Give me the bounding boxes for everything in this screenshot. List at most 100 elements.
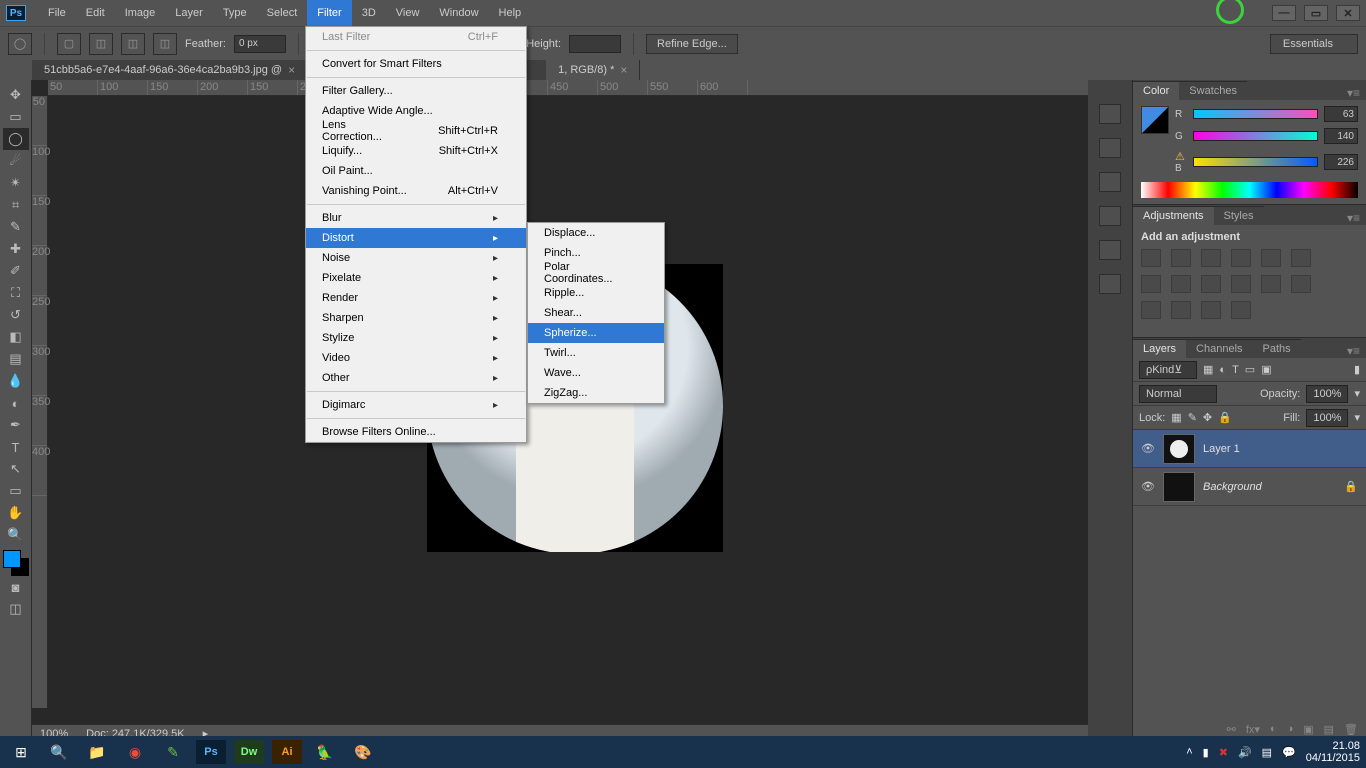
start-button[interactable]: ⊞ [6, 740, 36, 764]
window-minimize-button[interactable]: — [1272, 5, 1296, 21]
selection-subtract-icon[interactable]: ◫ [121, 33, 145, 55]
system-clock[interactable]: 21.08 04/11/2015 [1306, 740, 1360, 764]
menu-view[interactable]: View [386, 0, 430, 26]
volume-icon[interactable]: 🔊 [1238, 746, 1252, 759]
input-icon[interactable]: ▤ [1262, 746, 1272, 759]
menu-item[interactable]: Twirl... [528, 343, 664, 363]
corel-icon[interactable]: ✎ [158, 740, 188, 764]
document-tab[interactable]: 1, RGB/8) *× [546, 60, 640, 80]
menu-item[interactable]: Distort [306, 228, 526, 248]
clone-stamp-tool[interactable]: ⛶ [3, 282, 29, 304]
adjustment-icon[interactable] [1261, 249, 1281, 267]
canvas-area[interactable]: 5010015020015020025030035040045050055060… [32, 80, 1088, 742]
adjustment-icon[interactable] [1291, 249, 1311, 267]
close-icon[interactable]: × [288, 63, 295, 77]
menu-item[interactable]: Oil Paint... [306, 161, 526, 181]
adjustment-icon[interactable] [1141, 249, 1161, 267]
eraser-tool[interactable]: ◧ [3, 326, 29, 348]
color-ramp[interactable] [1141, 182, 1358, 198]
layer-mask-icon[interactable]: ◐ [1270, 723, 1277, 735]
illustrator-icon[interactable]: Ai [272, 740, 302, 764]
menu-3d[interactable]: 3D [352, 0, 386, 26]
menu-select[interactable]: Select [257, 0, 308, 26]
lock-position-icon[interactable]: ✥ [1203, 411, 1212, 424]
dodge-tool[interactable]: ◐ [3, 392, 29, 414]
chrome-icon[interactable]: ◉ [120, 740, 150, 764]
adjustment-icon[interactable] [1291, 275, 1311, 293]
refine-edge-button[interactable]: Refine Edge... [646, 34, 738, 54]
green-slider[interactable] [1193, 131, 1318, 141]
menu-window[interactable]: Window [429, 0, 488, 26]
adjustment-icon[interactable] [1141, 301, 1161, 319]
fill-input[interactable]: 100% [1306, 409, 1348, 427]
green-input[interactable] [1324, 128, 1358, 144]
menu-item[interactable]: Digimarc [306, 395, 526, 415]
layer-thumbnail[interactable] [1163, 434, 1195, 464]
adjustment-icon[interactable] [1231, 249, 1251, 267]
3d-panel-icon[interactable] [1099, 274, 1121, 294]
menu-layer[interactable]: Layer [165, 0, 213, 26]
visibility-icon[interactable]: 👁 [1141, 480, 1155, 494]
blue-slider[interactable] [1193, 157, 1318, 167]
menu-item[interactable]: Other [306, 368, 526, 388]
visibility-icon[interactable]: 👁 [1141, 442, 1155, 456]
color-swatch[interactable] [3, 550, 29, 576]
rectangle-tool[interactable]: ▭ [3, 480, 29, 502]
filter-smart-icon[interactable]: ▣ [1261, 363, 1271, 376]
history-panel-icon[interactable] [1099, 104, 1121, 124]
layer-filter-select[interactable]: ρ Kind ⊻ [1139, 361, 1197, 379]
panel-menu-icon[interactable]: ▾≡ [1341, 86, 1366, 100]
window-close-button[interactable]: ✕ [1336, 5, 1360, 21]
layer-fx-icon[interactable]: fx▾ [1246, 723, 1260, 736]
menu-item[interactable]: Browse Filters Online... [306, 422, 526, 442]
menu-item[interactable]: Lens Correction...Shift+Ctrl+R [306, 121, 526, 141]
menu-image[interactable]: Image [115, 0, 166, 26]
photoshop-icon[interactable]: Ps [196, 740, 226, 764]
adjustment-icon[interactable] [1141, 275, 1161, 293]
filter-pixel-icon[interactable]: ▦ [1203, 363, 1213, 376]
menu-item[interactable]: Blur [306, 208, 526, 228]
menu-file[interactable]: File [38, 0, 76, 26]
window-maximize-button[interactable]: ▭ [1304, 5, 1328, 21]
screen-mode-toggle[interactable]: ◫ [3, 598, 29, 620]
actions-panel-icon[interactable] [1099, 138, 1121, 158]
action-center-icon[interactable]: 💬 [1282, 746, 1296, 759]
menu-item[interactable]: Noise [306, 248, 526, 268]
blue-input[interactable] [1324, 154, 1358, 170]
menu-edit[interactable]: Edit [76, 0, 115, 26]
battery-icon[interactable]: ▮ [1203, 746, 1209, 759]
lock-pixels-icon[interactable]: ✎ [1188, 411, 1197, 424]
tab-adjustments[interactable]: Adjustments [1133, 206, 1214, 225]
menu-item[interactable]: Polar Coordinates... [528, 263, 664, 283]
filter-toggle-icon[interactable]: ▮ [1354, 363, 1360, 376]
panel-menu-icon[interactable]: ▾≡ [1341, 211, 1366, 225]
menu-item[interactable]: Last FilterCtrl+F [306, 27, 526, 47]
color-preview-swatch[interactable] [1141, 106, 1169, 134]
adjustment-icon[interactable] [1171, 275, 1191, 293]
opacity-input[interactable]: 100% [1306, 385, 1348, 403]
adjustment-icon[interactable] [1201, 275, 1221, 293]
red-input[interactable] [1324, 106, 1358, 122]
menu-item[interactable]: Render [306, 288, 526, 308]
type-tool[interactable]: T [3, 436, 29, 458]
file-explorer-icon[interactable]: 📁 [82, 740, 112, 764]
document-tab[interactable]: 51cbb5a6-e7e4-4aaf-96a6-36e4ca2ba9b3.jpg… [32, 60, 308, 80]
menu-item[interactable]: Convert for Smart Filters [306, 54, 526, 74]
menu-item[interactable]: Vanishing Point...Alt+Ctrl+V [306, 181, 526, 201]
filter-shape-icon[interactable]: ▭ [1245, 363, 1255, 376]
quick-mask-toggle[interactable]: ◙ [3, 576, 29, 598]
filter-adjust-icon[interactable]: ◐ [1219, 364, 1226, 376]
menu-item[interactable]: Pinch... [528, 243, 664, 263]
tab-channels[interactable]: Channels [1186, 339, 1252, 358]
menu-item[interactable]: Pixelate [306, 268, 526, 288]
rectangular-marquee-tool[interactable]: ▭ [3, 106, 29, 128]
blur-tool[interactable]: 💧 [3, 370, 29, 392]
menu-item[interactable]: Spherize... [528, 323, 664, 343]
menu-item[interactable]: Adaptive Wide Angle... [306, 101, 526, 121]
properties-panel-icon[interactable] [1099, 172, 1121, 192]
move-tool[interactable]: ✥ [3, 84, 29, 106]
menu-item[interactable]: Liquify...Shift+Ctrl+X [306, 141, 526, 161]
selection-add-icon[interactable]: ◫ [89, 33, 113, 55]
network-icon[interactable]: ✖ [1219, 746, 1228, 759]
filter-type-icon[interactable]: T [1232, 364, 1239, 376]
